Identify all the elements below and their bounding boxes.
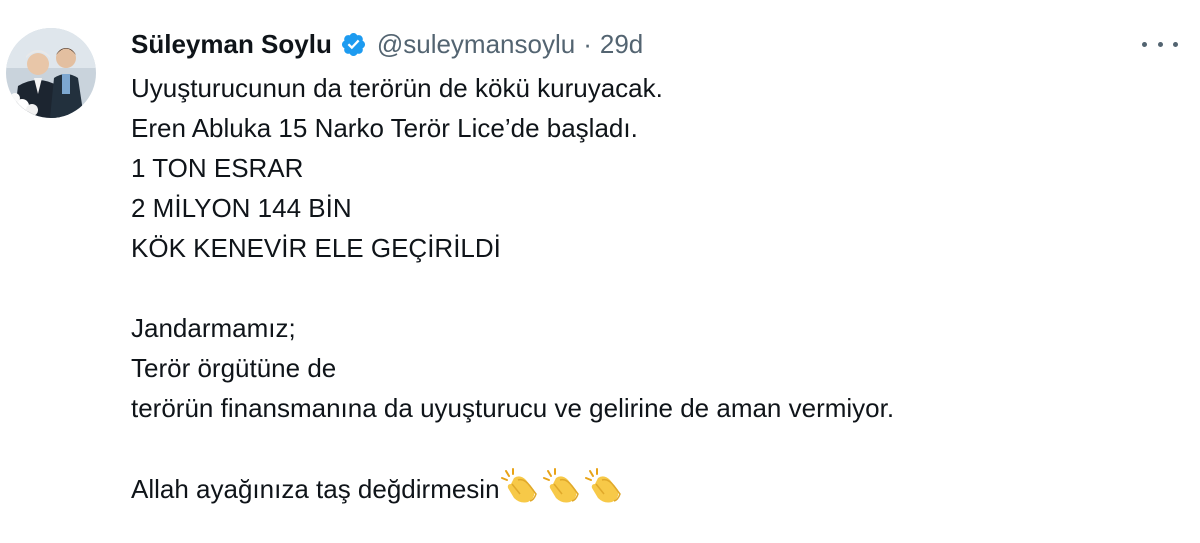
tweet-card: Süleyman Soylu @suleymansoylu · 29d Uyuş… <box>0 0 1200 543</box>
tweet-line: KÖK KENEVİR ELE GEÇİRİLDİ <box>131 233 501 263</box>
tweet-text: Uyuşturucunun da terörün de kökü kuruyac… <box>131 68 1171 508</box>
clap-emojis <box>500 468 626 504</box>
clapping-hands-icon <box>500 468 538 504</box>
tweet-line: terörün finansmanına da uyuşturucu ve ge… <box>131 393 895 423</box>
handle[interactable]: @suleymansoylu <box>377 29 575 60</box>
more-icon[interactable] <box>1142 32 1178 56</box>
tweet-line: Allah ayağınıza taş değdirmesin <box>131 474 500 504</box>
verified-badge-icon <box>340 31 367 58</box>
tweet-line: Jandarmamız; <box>131 313 296 343</box>
tweet-line: 1 TON ESRAR <box>131 153 304 183</box>
avatar[interactable] <box>6 28 96 118</box>
tweet-line: Eren Abluka 15 Narko Terör Lice’de başla… <box>131 113 638 143</box>
tweet-line: Uyuşturucunun da terörün de kökü kuruyac… <box>131 73 663 103</box>
clapping-hands-icon <box>584 468 622 504</box>
more-dot <box>1142 41 1147 47</box>
clapping-hands-icon <box>542 468 580 504</box>
tweet-line: 2 MİLYON 144 BİN <box>131 193 352 223</box>
tweet-last-line: Allah ayağınıza taş değdirmesin <box>131 468 1171 508</box>
tweet-line: Terör örgütüne de <box>131 353 337 383</box>
timestamp[interactable]: 29d <box>600 29 643 60</box>
more-dot <box>1173 41 1178 47</box>
more-dot <box>1157 41 1163 47</box>
separator-dot: · <box>583 28 592 59</box>
display-name[interactable]: Süleyman Soylu <box>131 29 332 60</box>
tweet-header: Süleyman Soylu @suleymansoylu · 29d <box>131 26 643 62</box>
